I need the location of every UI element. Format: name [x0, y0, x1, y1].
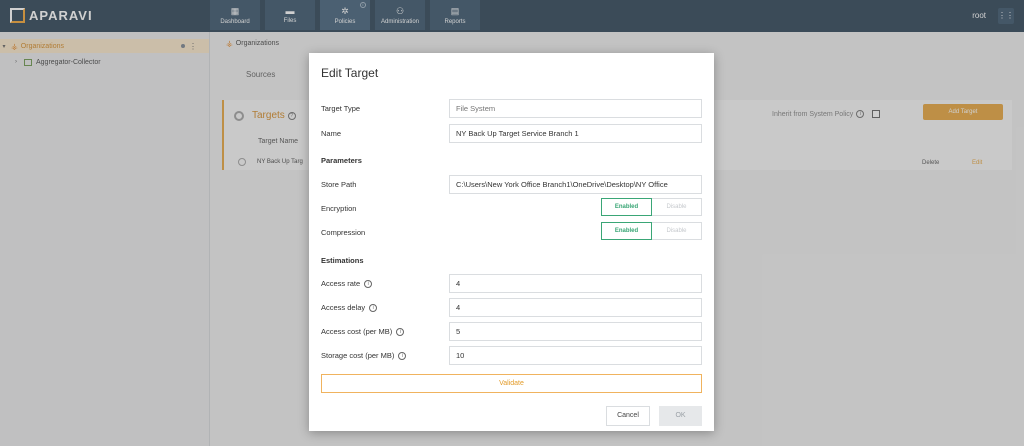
access-delay-text: Access delay [321, 303, 366, 312]
compression-toggle: Enabled Disable [601, 222, 702, 240]
target-type-label: Target Type [321, 104, 361, 113]
info-icon[interactable]: i [396, 327, 405, 336]
encryption-disable-button[interactable]: Disable [652, 198, 702, 216]
compression-enabled-button[interactable]: Enabled [601, 222, 652, 240]
compression-label: Compression [321, 228, 366, 237]
info-icon[interactable]: i [398, 351, 407, 360]
parameters-heading: Parameters [321, 156, 362, 165]
info-icon[interactable]: i [369, 303, 378, 312]
access-rate-field[interactable]: 4 [449, 274, 702, 293]
access-rate-label: Access rate i [321, 279, 373, 288]
access-delay-field[interactable]: 4 [449, 298, 702, 317]
ok-button[interactable]: OK [659, 406, 702, 426]
access-cost-field[interactable]: 5 [449, 322, 702, 341]
estimations-heading: Estimations [321, 256, 364, 265]
compression-disable-button[interactable]: Disable [652, 222, 702, 240]
access-rate-text: Access rate [321, 279, 361, 288]
access-delay-label: Access delay i [321, 303, 378, 312]
store-path-field[interactable]: C:\Users\New York Office Branch1\OneDriv… [449, 175, 702, 194]
cancel-button[interactable]: Cancel [606, 406, 650, 426]
encryption-label: Encryption [321, 204, 357, 213]
edit-target-dialog: Edit Target Target Type Name NY Back Up … [309, 53, 714, 431]
validate-button[interactable]: Validate [321, 374, 702, 393]
store-path-label: Store Path [321, 180, 357, 189]
name-label: Name [321, 129, 342, 138]
info-icon[interactable]: i [364, 279, 373, 288]
name-field[interactable]: NY Back Up Target Service Branch 1 [449, 124, 702, 143]
storage-cost-label: Storage cost (per MB) i [321, 351, 407, 360]
encryption-enabled-button[interactable]: Enabled [601, 198, 652, 216]
encryption-toggle: Enabled Disable [601, 198, 702, 216]
access-cost-label: Access cost (per MB) i [321, 327, 405, 336]
storage-cost-field[interactable]: 10 [449, 346, 702, 365]
target-type-field[interactable] [449, 99, 702, 118]
storage-cost-text: Storage cost (per MB) [321, 351, 395, 360]
access-cost-text: Access cost (per MB) [321, 327, 393, 336]
dialog-title: Edit Target [321, 66, 379, 80]
